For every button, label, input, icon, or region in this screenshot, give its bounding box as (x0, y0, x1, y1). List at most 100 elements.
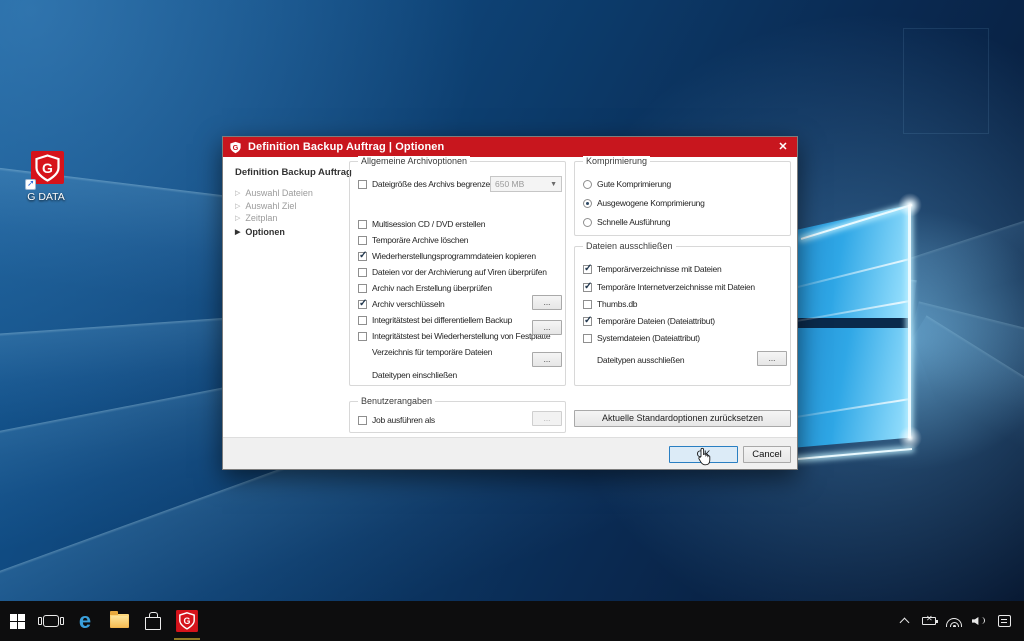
checkbox-label: Temporärverzeichnisse mit Dateien (597, 264, 722, 274)
checkbox-label: Multisession CD / DVD erstellen (372, 219, 485, 229)
radio-row: Ausgewogene Komprimierung (583, 197, 786, 209)
group-compression: Komprimierung Gute Komprimierung Ausgewo… (574, 161, 791, 236)
radio-label: Ausgewogene Komprimierung (597, 198, 705, 208)
file-explorer-icon (110, 614, 129, 628)
options-dialog: G Definition Backup Auftrag | Optionen ✕… (222, 136, 798, 470)
include-types-label: Dateitypen einschließen (372, 370, 457, 380)
close-icon[interactable]: ✕ (773, 139, 793, 155)
option-row: Dateien vor der Archivierung auf Viren ü… (358, 266, 561, 278)
desktop-icon-label: G DATA (18, 191, 74, 203)
radio-label: Gute Komprimierung (597, 179, 671, 189)
group-title: Dateien ausschließen (583, 241, 676, 251)
cancel-button[interactable]: Cancel (743, 446, 791, 463)
checkbox-label: Temporäre Internetverzeichnisse mit Date… (597, 282, 755, 292)
checkbox-label: Thumbs.db (597, 299, 637, 309)
sidebar-item-label: Optionen (245, 227, 285, 237)
run-as-row: Job ausführen als (358, 414, 561, 426)
dialog-body: Definition Backup Auftrag Auswahl Dateie… (223, 157, 797, 439)
sidebar-item-label: Auswahl Dateien (245, 188, 313, 198)
checkbox-label: Dateigröße des Archivs begrenzen (372, 179, 494, 189)
tray-chevron-up-icon[interactable] (896, 613, 912, 629)
tray-wifi-icon[interactable] (946, 613, 962, 629)
option-row-encrypt: Archiv verschlüsseln (358, 298, 561, 310)
exclude-types-button[interactable]: ... (757, 351, 787, 366)
task-view-button[interactable] (34, 601, 68, 641)
checkbox[interactable] (358, 220, 367, 229)
option-row: Multisession CD / DVD erstellen (358, 218, 561, 230)
corner-glint (893, 188, 927, 222)
checkbox[interactable] (358, 332, 367, 341)
taskbar-item-file-explorer[interactable] (102, 601, 136, 641)
tray-action-center-icon[interactable] (996, 613, 1012, 629)
svg-text:G: G (42, 160, 53, 176)
running-indicator (174, 638, 200, 640)
checkbox[interactable] (358, 180, 367, 189)
run-as-browse-button[interactable]: ... (532, 411, 562, 426)
checkbox-label: Dateien vor der Archivierung auf Viren ü… (372, 267, 547, 277)
taskbar-item-store[interactable] (136, 601, 170, 641)
group-user: Benutzerangaben Job ausführen als ... (349, 401, 566, 433)
chevron-down-icon: ▼ (550, 181, 557, 188)
chevron-right-icon (235, 228, 240, 236)
chevron-right-icon (235, 189, 240, 197)
desktop-icon-gdata[interactable]: G G DATA (18, 150, 74, 203)
temp-dir-browse-button[interactable]: ... (532, 320, 562, 335)
ok-button[interactable]: OK (669, 446, 738, 463)
checkbox[interactable] (583, 317, 592, 326)
start-button[interactable] (0, 601, 34, 641)
checkbox[interactable] (358, 252, 367, 261)
option-row: Integritätstest bei Wiederherstellung vo… (358, 330, 561, 342)
gdata-taskbar-icon: G (174, 608, 200, 634)
taskbar-item-edge[interactable]: e (68, 601, 102, 641)
group-title: Allgemeine Archivoptionen (358, 156, 470, 166)
svg-text:G: G (233, 142, 239, 151)
sidebar-item-optionen[interactable]: Optionen (235, 226, 285, 238)
checkbox-label: Integritätstest bei differentiellem Back… (372, 315, 512, 325)
sidebar-item-auswahl-dateien[interactable]: Auswahl Dateien (235, 187, 313, 199)
logo-edge-right (908, 205, 911, 438)
include-types-row: Dateitypen einschließen (358, 356, 561, 380)
chevron-right-icon (235, 214, 240, 222)
option-row: Temporäre Archive löschen (358, 234, 561, 246)
radio-row: Schnelle Ausführung (583, 216, 786, 228)
checkbox[interactable] (583, 265, 592, 274)
radio-button[interactable] (583, 199, 592, 208)
taskbar: e G (0, 601, 1024, 641)
checkbox[interactable] (358, 236, 367, 245)
sidebar-item-label: Auswahl Ziel (245, 201, 296, 211)
encrypt-browse-button[interactable]: ... (532, 295, 562, 310)
checkbox[interactable] (583, 300, 592, 309)
group-exclude: Dateien ausschließen Temporärverzeichnis… (574, 246, 791, 386)
system-tray (896, 613, 1024, 629)
checkbox[interactable] (358, 416, 367, 425)
faint-flare-rect (903, 28, 989, 134)
checkbox-label: Integritätstest bei Wiederherstellung vo… (372, 331, 550, 341)
sidebar-item-zeitplan[interactable]: Zeitplan (235, 212, 277, 224)
checkbox[interactable] (358, 300, 367, 309)
taskbar-item-gdata[interactable]: G (170, 601, 204, 641)
checkbox[interactable] (583, 334, 592, 343)
archive-size-select[interactable]: 650 MB ▼ (490, 176, 562, 192)
tray-battery-icon[interactable] (921, 613, 937, 629)
option-row: Thumbs.db (583, 298, 786, 310)
group-archive-options: Allgemeine Archivoptionen Dateigröße des… (349, 161, 566, 386)
dialog-titlebar[interactable]: G Definition Backup Auftrag | Optionen ✕ (223, 137, 797, 157)
tray-volume-icon[interactable] (971, 613, 987, 629)
checkbox-label: Archiv nach Erstellung überprüfen (372, 283, 492, 293)
include-types-button[interactable]: ... (532, 352, 562, 367)
sidebar-item-auswahl-ziel[interactable]: Auswahl Ziel (235, 200, 296, 212)
checkbox[interactable] (358, 268, 367, 277)
radio-button[interactable] (583, 180, 592, 189)
option-row: Temporärverzeichnisse mit Dateien (583, 263, 786, 275)
checkbox[interactable] (358, 284, 367, 293)
reset-defaults-button[interactable]: Aktuelle Standardoptionen zurücksetzen (574, 410, 791, 427)
sidebar-item-label: Zeitplan (245, 213, 277, 223)
checkbox-label: Job ausführen als (372, 415, 435, 425)
shortcut-arrow-icon (25, 179, 36, 190)
exclude-types-row: Dateitypen ausschließen (583, 354, 786, 366)
option-row: Archiv nach Erstellung überprüfen (358, 282, 561, 294)
radio-button[interactable] (583, 218, 592, 227)
checkbox[interactable] (358, 316, 367, 325)
radio-label: Schnelle Ausführung (597, 217, 670, 227)
checkbox[interactable] (583, 283, 592, 292)
